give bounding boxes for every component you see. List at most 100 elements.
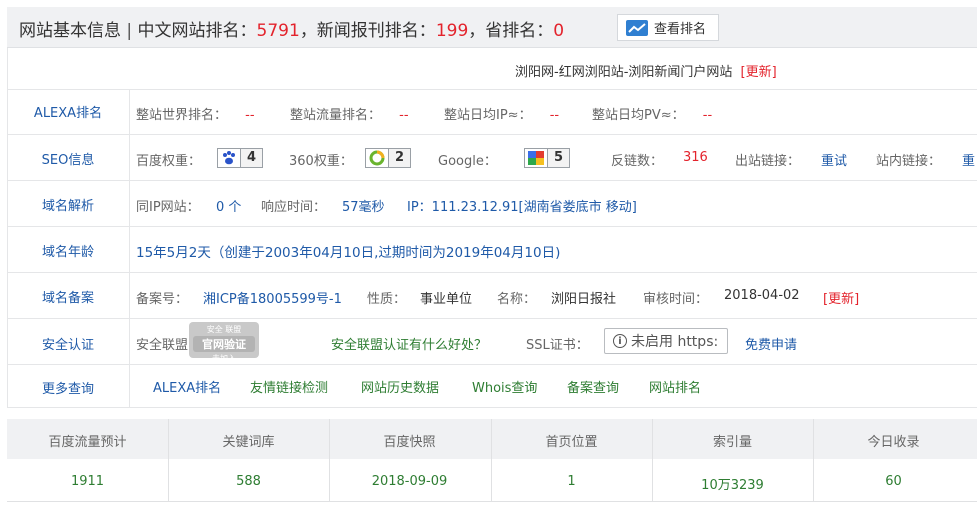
row-divider [7,226,977,227]
domain-age-label[interactable]: 域名年龄 [7,241,129,260]
stats-value-snapshot[interactable]: 2018-09-09 [329,474,490,489]
icp-nature-value: 事业单位 [420,292,473,307]
baidu-weight-value: 4 [240,149,263,167]
label-column-divider [129,89,130,408]
free-apply-link[interactable]: 免费申请 [745,334,797,353]
row-divider [7,272,977,273]
header-title-line: 网站基本信息 | 中文网站排名：5791，新闻报刊排名：199，省排名：0 [19,16,564,41]
ssl-https-button-label: 未启用 https: [631,334,719,350]
outlinks-label: 出站链接： [735,154,801,169]
baidu-weight-badge[interactable]: 4 [217,148,264,168]
site-info-header: 网站基本信息 | 中文网站排名：5791，新闻报刊排名：199，省排名：0 查看… [7,7,977,48]
icp-name-label: 名称： [497,292,537,307]
news-rank-value: 199 [435,21,469,41]
google-pr-badge[interactable]: 5 [524,148,571,168]
row-divider [7,134,977,135]
icp-label[interactable]: 域名备案 [7,287,129,306]
ssl-https-button[interactable]: i 未启用 https: [604,328,728,354]
domain-age-value: 15年5月2天（创建于2003年04月10日,过期时间为2019年04月10日) [136,245,561,261]
alexa-daily-pv-value: -- [702,108,713,123]
so360-weight-badge[interactable]: 2 [365,148,412,168]
stats-column-divider [813,419,814,502]
info-panel [7,48,977,408]
stats-value-baidu-traffic[interactable]: 1911 [7,474,168,489]
dns-label[interactable]: 域名解析 [7,195,129,214]
row-divider [7,89,977,90]
seo-label[interactable]: SEO信息 [7,149,129,168]
more-link-history[interactable]: 网站历史数据 [361,377,439,396]
seal-bottom-text: 未加入 [212,354,236,363]
so360-weight-label: 360权重： [289,154,353,169]
site-update-link[interactable]: [更新] [741,65,777,80]
stats-header-keywords: 关键词库 [222,435,275,450]
icp-name-value: 浏阳日报社 [551,292,617,307]
same-ip-value[interactable]: 0 个 [216,196,241,215]
icp-number-link[interactable]: 湘ICP备18005599号-1 [203,288,342,307]
stats-header-today-indexed: 今日收录 [867,435,920,450]
more-link-friendlinks[interactable]: 友情链接检测 [250,377,328,396]
alexa-world-rank-value: -- [245,108,255,123]
cn-rank-label: 中文网站排名： [137,21,257,41]
response-time-value: 57毫秒 [342,200,385,215]
seal-main-text: 官网验证 [193,336,255,352]
alexa-traffic-rank-label: 整站流量排名： [290,108,382,123]
baidu-weight-label: 百度权重： [136,154,202,169]
row-divider [7,180,977,181]
baidu-paw-icon [218,149,240,167]
so360-weight-value: 2 [388,149,411,167]
ssl-label: SSL证书： [526,338,589,353]
info-icon: i [613,334,627,348]
alexa-daily-pv-label: 整站日均PV≈： [592,108,685,123]
site-subtitle-row: 浏阳网-红网浏阳站-浏阳新闻门户网站 [更新] [515,61,777,80]
alliance-seal-badge[interactable]: 安全 联盟 官网验证 未加入 [189,322,259,363]
icp-nature-label: 性质： [367,292,407,307]
more-link-icp[interactable]: 备案查询 [567,377,619,396]
stats-column-divider [168,419,169,502]
stats-header-homepage-position: 首页位置 [545,435,598,450]
view-rank-button-label: 查看排名 [654,22,707,37]
row-divider [7,407,977,408]
alexa-label[interactable]: ALEXA排名 [7,102,129,121]
inlinks-label: 站内链接： [876,154,942,169]
icp-audit-label: 审核时间： [643,292,709,307]
stats-header-snapshot: 百度快照 [383,435,436,450]
cn-rank-value: 5791 [256,21,300,41]
stats-header-baidu-traffic: 百度流量预计 [48,435,127,450]
alexa-world-rank-label: 整站世界排名： [136,108,228,123]
alliance-question-link[interactable]: 安全联盟认证有什么好处？ [331,334,487,353]
response-time-label: 响应时间： [261,200,327,215]
alexa-world-rank: 整站世界排名： -- [136,104,255,123]
ip-address-link[interactable]: IP：111.23.12.91[湖南省娄底市 移动] [407,196,637,215]
inlinks-retry-link[interactable]: 重 [962,150,975,169]
stats-value-index[interactable]: 10万3239 [652,474,813,493]
news-rank-label: ，新闻报刊排名： [299,21,436,41]
alexa-daily-ip-label: 整站日均IP≈： [444,108,532,123]
so360-logo-icon [366,149,388,167]
icp-number-label: 备案号： [136,292,189,307]
stats-header-index: 索引量 [712,435,752,450]
header-title: 网站基本信息 [19,21,121,41]
outlinks-retry-link[interactable]: 重试 [821,150,847,169]
stats-table: 百度流量预计 关键词库 百度快照 首页位置 索引量 今日收录 1911 588 … [7,419,977,502]
google-logo-icon [525,149,547,167]
view-rank-button[interactable]: 查看排名 [617,14,719,41]
more-queries-label[interactable]: 更多查询 [7,378,129,397]
icp-update-link[interactable]: [更新] [823,288,859,307]
stats-bottom-border [7,501,977,502]
header-separator: | [126,21,133,41]
alexa-traffic-rank: 整站流量排名： -- [290,104,409,123]
row-divider [7,364,977,365]
more-link-rank[interactable]: 网站排名 [649,377,701,396]
row-divider [7,318,977,319]
stats-value-keywords[interactable]: 588 [168,474,329,489]
more-link-whois[interactable]: Whois查询 [472,377,537,396]
security-label[interactable]: 安全认证 [7,334,129,353]
site-subtitle: 浏阳网-红网浏阳站-浏阳新闻门户网站 [515,65,733,80]
stats-value-homepage-position[interactable]: 1 [491,474,652,489]
backlinks-label: 反链数： [611,154,664,169]
backlinks-value[interactable]: 316 [683,150,708,165]
more-link-alexa[interactable]: ALEXA排名 [153,377,221,396]
stats-value-today-indexed[interactable]: 60 [813,474,974,489]
icp-audit-value: 2018-04-02 [724,288,800,303]
seal-top-text: 安全 联盟 [206,325,242,334]
